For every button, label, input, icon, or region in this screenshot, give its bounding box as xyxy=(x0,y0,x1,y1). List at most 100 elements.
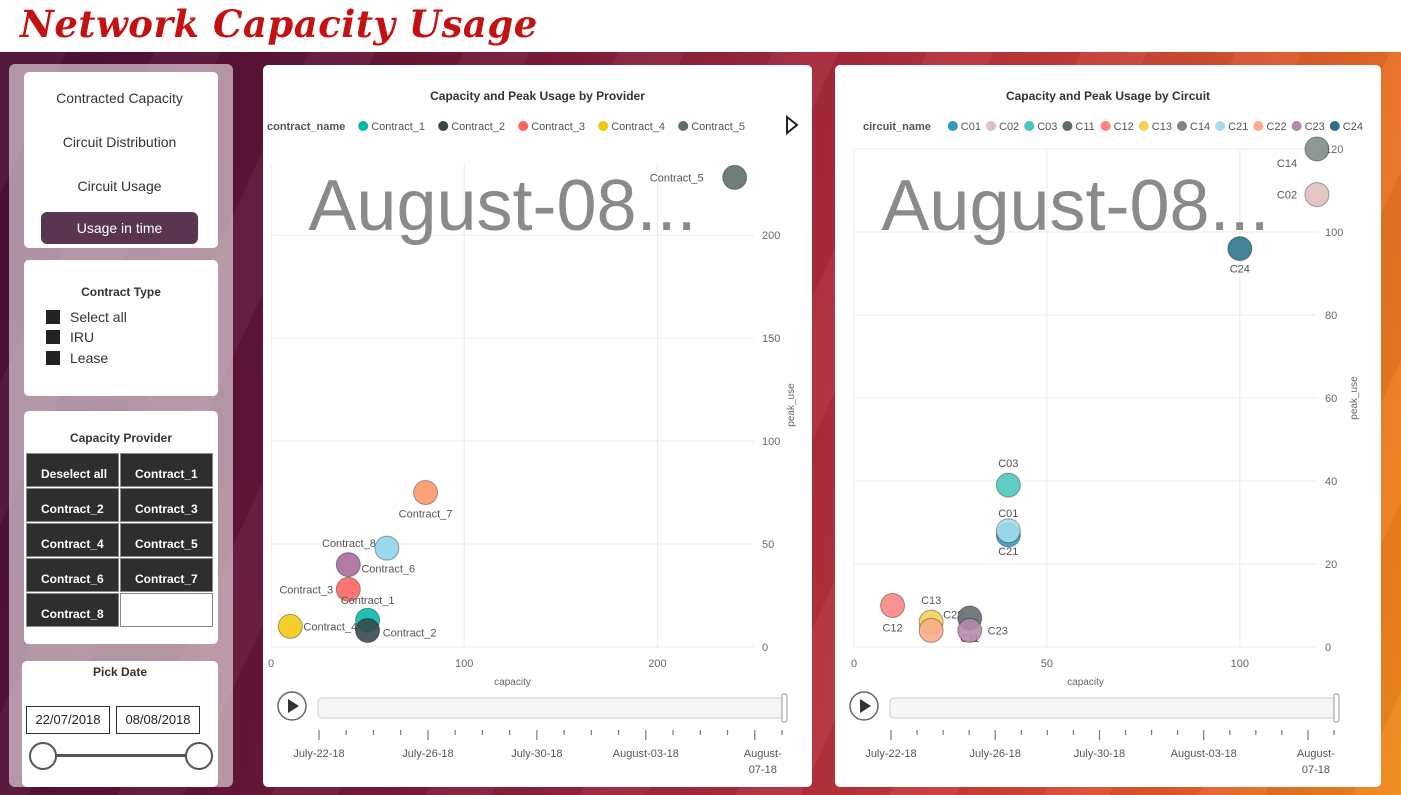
data-point[interactable] xyxy=(355,618,381,644)
data-point[interactable] xyxy=(277,613,303,639)
data-point-label: C24 xyxy=(1230,264,1250,276)
tile-contract-6[interactable]: Contract_6 xyxy=(26,558,119,592)
circuit-scatter-chart: Capacity and Peak Usage by Circuit circui… xyxy=(849,89,1363,776)
play-axis-track[interactable] xyxy=(317,697,787,719)
end-date-input[interactable]: 08/08/2018 xyxy=(116,706,200,734)
play-axis-label: August- xyxy=(1297,748,1335,760)
legend-item: C24 xyxy=(1343,121,1363,133)
play-axis-track[interactable] xyxy=(889,697,1339,719)
legend-marker xyxy=(678,121,689,131)
tile-contract-3[interactable]: Contract_3 xyxy=(120,488,213,522)
play-axis-label: July-26-18 xyxy=(402,748,453,760)
data-point[interactable] xyxy=(957,617,983,643)
x-tick-label: 50 xyxy=(1041,658,1053,670)
checkbox-icon xyxy=(46,310,60,324)
x-tick-label: 100 xyxy=(455,658,473,670)
nav-usage-in-time[interactable]: Usage in time xyxy=(41,212,198,244)
nav-card: Contracted Capacity Circuit Distribution… xyxy=(24,72,218,248)
y-tick-label: 0 xyxy=(1325,642,1331,654)
date-slider-end-handle[interactable] xyxy=(185,742,213,770)
data-point[interactable] xyxy=(722,164,748,190)
legend-marker xyxy=(1138,121,1149,131)
checkbox-lease[interactable]: Lease xyxy=(46,350,108,366)
legend-item: Contract_3 xyxy=(531,121,585,133)
data-point-label: C12 xyxy=(882,623,902,635)
data-point-label: Contract_3 xyxy=(279,584,333,596)
nav-contracted-capacity[interactable]: Contracted Capacity xyxy=(41,82,198,114)
tile-empty xyxy=(120,593,213,627)
checkbox-icon xyxy=(46,351,60,365)
legend-item: Contract_4 xyxy=(611,121,665,133)
date-slider-track[interactable] xyxy=(42,754,198,757)
play-axis-handle[interactable] xyxy=(781,693,788,723)
play-axis-label: August-03-18 xyxy=(1171,748,1237,760)
legend-item: C12 xyxy=(1114,121,1134,133)
legend-marker xyxy=(1291,121,1302,131)
tile-contract-2[interactable]: Contract_2 xyxy=(26,488,119,522)
circuit-chart-panel: Capacity and Peak Usage by Circuit circui… xyxy=(835,65,1381,787)
legend-item: C02 xyxy=(999,121,1019,133)
tile-deselect-all[interactable]: Deselect all xyxy=(26,453,119,487)
legend-item: C14 xyxy=(1190,121,1210,133)
legend-marker xyxy=(1177,121,1187,131)
data-point[interactable] xyxy=(995,518,1021,544)
tile-contract-7[interactable]: Contract_7 xyxy=(120,558,213,592)
data-point[interactable] xyxy=(1304,182,1330,208)
data-point[interactable] xyxy=(374,535,400,561)
data-point[interactable] xyxy=(918,617,944,643)
legend-item: C01 xyxy=(961,121,981,133)
nav-circuit-usage[interactable]: Circuit Usage xyxy=(41,170,198,202)
capacity-provider-title: Capacity Provider xyxy=(69,431,173,445)
chart-title: Capacity and Peak Usage by Circuit xyxy=(1006,89,1210,103)
data-point[interactable] xyxy=(1227,236,1253,262)
legend-item: C11 xyxy=(1075,121,1094,133)
start-date-input[interactable]: 22/07/2018 xyxy=(26,706,110,734)
play-axis-handle[interactable] xyxy=(1333,693,1340,723)
legend-item: C21 xyxy=(1228,121,1248,133)
legend-marker xyxy=(947,121,958,131)
play-axis-label: July-30-18 xyxy=(1074,748,1125,760)
legend-next-arrow-icon[interactable] xyxy=(786,114,799,136)
y-axis-label: peak_use xyxy=(1349,376,1360,420)
play-axis-label: July-26-18 xyxy=(970,748,1021,760)
legend-item: Contract_2 xyxy=(451,121,505,133)
legend-marker xyxy=(986,121,996,131)
y-tick-label: 200 xyxy=(762,230,780,242)
nav-circuit-distribution[interactable]: Circuit Distribution xyxy=(41,126,198,158)
legend-item: C23 xyxy=(1305,121,1325,133)
tile-contract-4[interactable]: Contract_4 xyxy=(26,523,119,557)
data-point-label: Contract_5 xyxy=(650,172,704,184)
tile-contract-5[interactable]: Contract_5 xyxy=(120,523,213,557)
data-point[interactable] xyxy=(335,552,361,578)
checkbox-label: IRU xyxy=(70,329,95,345)
y-tick-label: 80 xyxy=(1325,310,1337,322)
legend-title: circuit_name xyxy=(863,121,931,133)
checkbox-label: Select all xyxy=(70,309,127,325)
legend-item: C03 xyxy=(1037,121,1057,133)
data-point[interactable] xyxy=(413,480,439,506)
data-point-label: C01 xyxy=(998,508,1018,520)
data-point[interactable] xyxy=(995,472,1021,498)
data-point[interactable] xyxy=(1304,136,1330,162)
legend-item: Contract_5 xyxy=(691,121,745,133)
time-watermark: August-08... xyxy=(308,166,696,246)
play-axis-label: August-03-18 xyxy=(613,748,679,760)
y-tick-label: 50 xyxy=(762,539,774,551)
checkbox-select-all[interactable]: Select all xyxy=(46,309,127,325)
checkbox-label: Lease xyxy=(70,350,109,366)
tile-contract-8[interactable]: Contract_8 xyxy=(26,593,119,627)
data-point-label: C21 xyxy=(998,546,1018,558)
play-axis-label: August- xyxy=(744,748,782,760)
checkbox-iru[interactable]: IRU xyxy=(46,329,94,345)
legend-marker xyxy=(1024,121,1035,131)
x-tick-label: 0 xyxy=(268,658,274,670)
legend-marker xyxy=(1215,121,1226,131)
tile-contract-1[interactable]: Contract_1 xyxy=(120,453,213,487)
play-axis-label: July-22-18 xyxy=(865,748,916,760)
date-slider-start-handle[interactable] xyxy=(29,742,57,770)
legend-marker xyxy=(438,121,449,131)
data-point[interactable] xyxy=(880,593,906,618)
data-point-label: C14 xyxy=(1277,158,1297,170)
play-axis-label: 07-18 xyxy=(1302,764,1330,776)
y-tick-label: 150 xyxy=(762,333,780,345)
